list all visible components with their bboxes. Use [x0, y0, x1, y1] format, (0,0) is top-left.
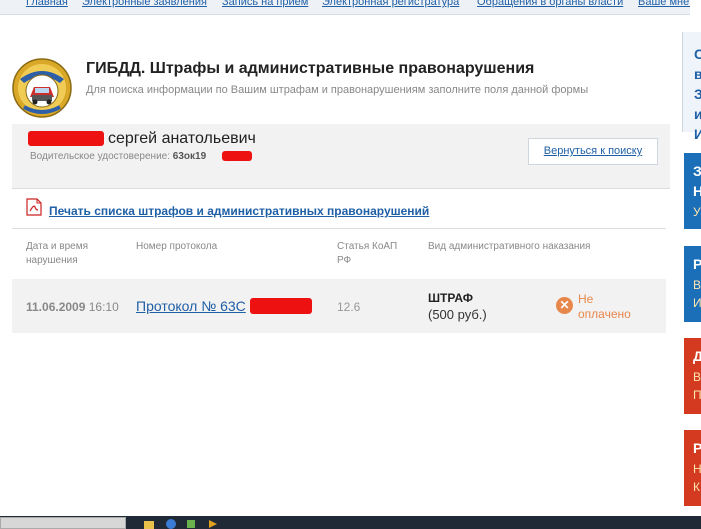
- sidebar-block-letter: К: [693, 480, 700, 494]
- sidebar-block-letter: В: [693, 370, 701, 384]
- violation-date-value: 11.06.2009: [26, 300, 86, 314]
- sidebar-block-letter: И: [693, 296, 701, 310]
- person-name: сергей анатольевич: [108, 130, 256, 147]
- app-icon[interactable]: [186, 519, 196, 529]
- sidebar-promo-block[interactable]: Р В И: [684, 246, 701, 322]
- penalty-type: ШТРАФ: [428, 291, 473, 305]
- payment-status: Не оплачено: [578, 292, 631, 321]
- sidebar-promo-block[interactable]: Д В П: [684, 338, 701, 414]
- sidebar-block-letter: П: [693, 388, 701, 402]
- sidebar-block-letter: Д: [693, 348, 701, 364]
- nav-link-appeals[interactable]: Обращения в органы власти: [477, 0, 623, 8]
- column-header-protocol: Номер протокола: [136, 241, 218, 252]
- back-to-search-button[interactable]: Вернуться к поиску: [528, 138, 658, 165]
- nav-link-e-registry[interactable]: Электронная регистратура: [322, 0, 459, 8]
- sidebar-letter: З: [694, 86, 701, 102]
- sidebar-letter: С: [694, 46, 701, 62]
- sidebar-letter: и: [694, 106, 701, 122]
- sidebar-letter: в: [694, 66, 701, 82]
- sidebar-block-letter: В: [693, 278, 701, 292]
- driver-license: Водительское удостоверение: 63ок19: [30, 151, 206, 162]
- pdf-file-icon: [26, 198, 42, 216]
- nav-link-appointment[interactable]: Запись на прием: [222, 0, 308, 8]
- unpaid-status-icon: ✕: [556, 297, 573, 314]
- driver-license-label: Водительское удостоверение:: [30, 151, 170, 162]
- redaction-mark: [250, 298, 312, 314]
- sidebar-block-letter: Р: [693, 440, 701, 456]
- driver-license-number: 63ок19: [172, 151, 207, 162]
- sidebar-block-letter: Н: [693, 462, 701, 476]
- taskbar-window-button[interactable]: [0, 517, 126, 529]
- sidebar-promo-block[interactable]: З Н У: [684, 153, 701, 229]
- protocol-link[interactable]: Протокол № 63С: [136, 298, 246, 314]
- sidebar-block-letter: Н: [693, 183, 701, 199]
- gibdd-emblem-icon: [12, 58, 72, 118]
- koap-article: 12.6: [337, 300, 361, 314]
- page-subtitle: Для поиска информации по Вашим штрафам и…: [86, 84, 589, 96]
- divider: [12, 228, 666, 229]
- browser-icon[interactable]: [166, 519, 176, 529]
- print-fines-link[interactable]: Печать списка штрафов и административных…: [49, 204, 429, 218]
- sidebar-block-letter: З: [693, 163, 701, 179]
- media-icon[interactable]: [208, 519, 218, 529]
- violation-date: 11.06.2009 16:10: [26, 300, 119, 314]
- top-navigation: Главная Электронные заявления Запись на …: [0, 0, 690, 15]
- column-header-date: Дата и время нарушения: [26, 241, 89, 266]
- sidebar-promo-block[interactable]: Р Н К: [684, 430, 701, 506]
- sidebar-letter: И: [694, 126, 701, 142]
- nav-link-opinion[interactable]: Ваше мнение: [638, 0, 690, 8]
- column-header-article: Статья КоАП РФ: [337, 241, 398, 266]
- nav-link-home[interactable]: Главная: [26, 0, 68, 8]
- sidebar-info-panel[interactable]: С в З и И: [682, 32, 701, 142]
- column-header-penalty: Вид административного наказания: [428, 241, 591, 252]
- page-title: ГИБДД. Штрафы и административные правона…: [86, 60, 535, 77]
- redaction-mark: [222, 151, 252, 161]
- sidebar-block-letter: У: [693, 205, 701, 219]
- penalty-amount: (500 руб.): [428, 307, 487, 322]
- nav-link-e-applications[interactable]: Электронные заявления: [82, 0, 207, 8]
- folder-icon[interactable]: [144, 519, 154, 529]
- redaction-mark: [28, 131, 104, 146]
- violation-time: 16:10: [88, 300, 119, 314]
- sidebar-block-letter: Р: [693, 256, 701, 272]
